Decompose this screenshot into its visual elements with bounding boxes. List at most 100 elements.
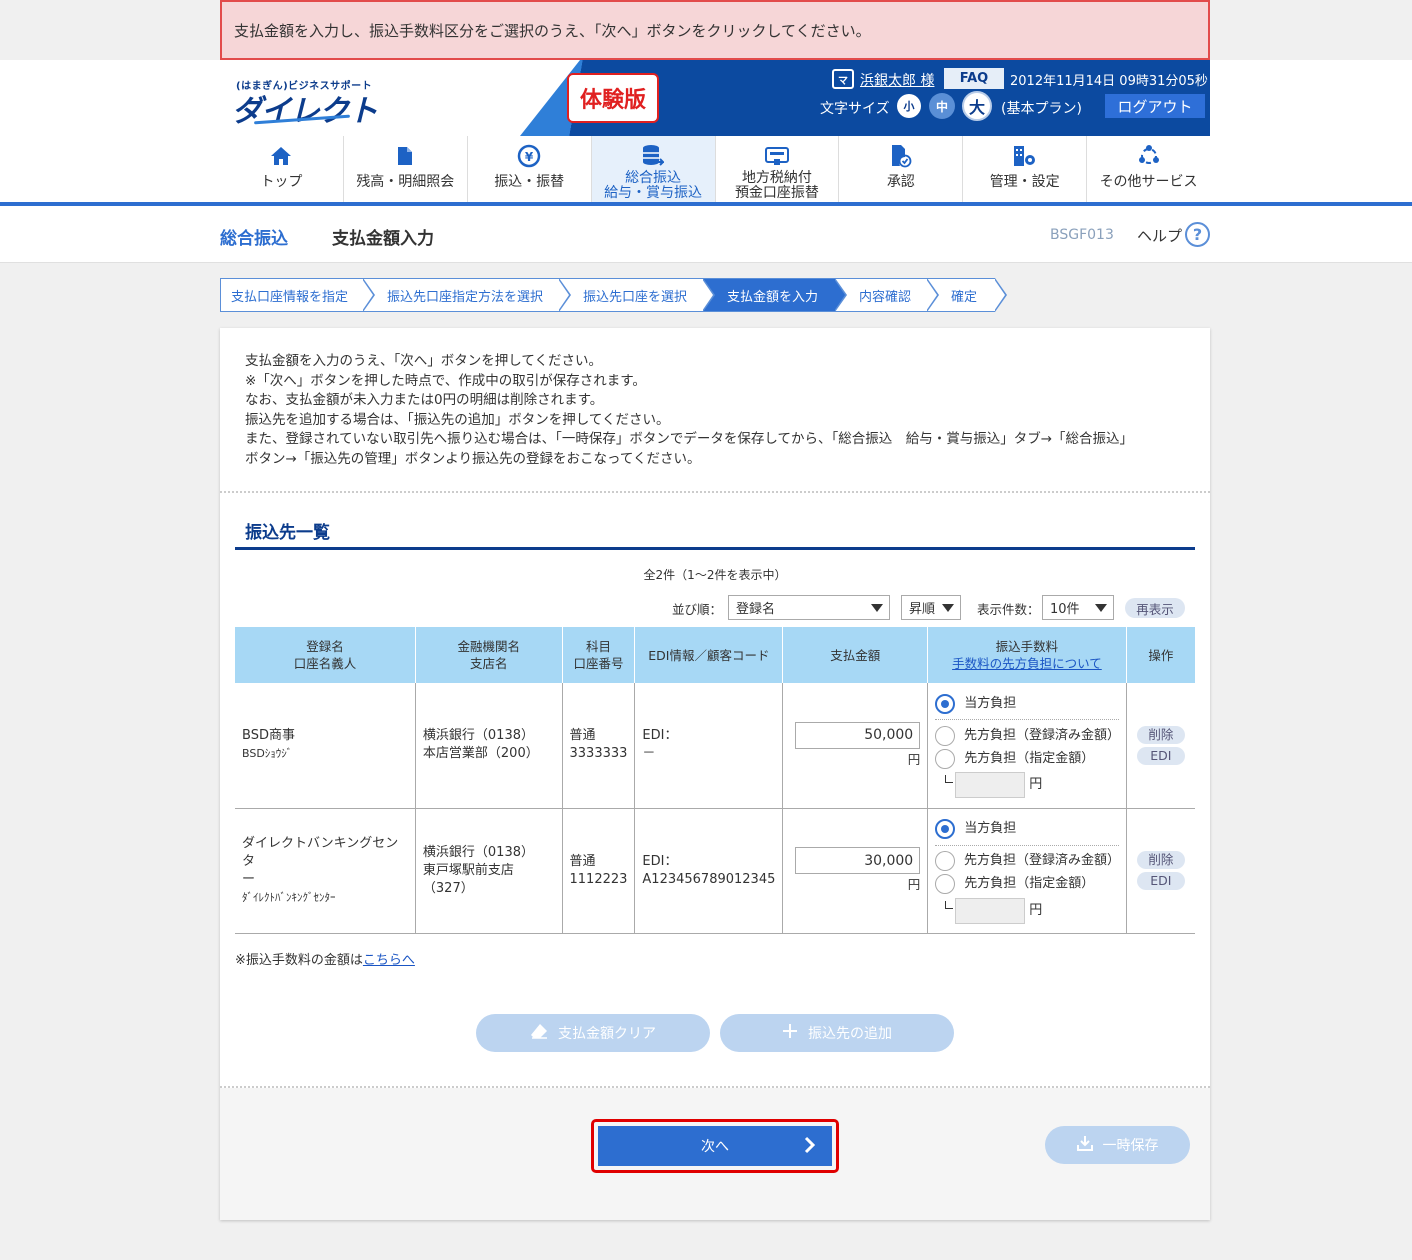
font-size-label: 文字サイズ [820,101,890,117]
instruction-line: ※「次へ」ボタンを押した時点で、作成中の取引が保存されます。 [245,372,646,389]
account-cell: 普通 3333333 [562,683,636,809]
download-icon [1076,1135,1093,1155]
divider [935,719,1119,721]
divider [220,491,1210,493]
plan-label: (基本プラン) [1001,101,1082,117]
help-icon[interactable]: ? [1185,222,1210,247]
title-bar: 総合振込 支払金額入力 BSGF013 ヘルプ ? [0,206,1412,263]
yen-unit: 円 [907,751,921,767]
divider [935,844,1119,846]
step-label: 内容確認 [859,289,912,305]
edi-cell: EDI： A123456789012345 [634,808,784,934]
radio-icon[interactable] [935,725,956,746]
col-name: 登録名 口座名義人 [235,627,416,683]
radio-checked-icon[interactable] [935,693,956,714]
instruction-banner: 支払金額を入力し、振込手数料区分をご選択のうえ、「次へ」ボタンをクリックしてくだ… [220,0,1210,60]
database-icon [641,144,665,168]
instruction-line: 支払金額を入力のうえ、「次へ」ボタンを押してください。 [245,353,602,369]
step-5: 内容確認 [835,278,939,312]
display-count-label: 表示件数： [977,602,1040,617]
faq-button[interactable]: FAQ [944,68,1004,89]
fee-option-payee-registered[interactable]: 先方負担（登録済み金額） [935,850,1120,873]
step-2: 振込先口座指定方法を選択 [363,278,571,312]
section-underline [235,547,1195,550]
nav-settings[interactable]: 管理・設定 [963,136,1088,202]
chevron-right-icon [804,1136,816,1156]
redisplay-button[interactable]: 再表示 [1125,598,1185,618]
delete-button[interactable]: 削除 [1136,725,1185,744]
nav-approval[interactable]: 承認 [839,136,964,202]
sort-order-value: 昇順 [909,602,936,617]
fee-option-payer[interactable]: 当方負担 [935,818,1118,841]
fee-info-link[interactable]: 手数料の先方負担について [952,656,1102,671]
nav-local-tax[interactable]: 地方税納付 預金口座振替 [716,136,840,202]
sort-field-value: 登録名 [736,602,776,617]
fee-option-payee-specified[interactable]: 先方負担（指定金額） [935,747,1118,770]
header: (はまぎん)ビジネスサポート ダイレクト 体験版 マ 浜銀太郎 様 FAQ 20… [220,60,1210,136]
payee-table: 登録名 口座名義人 金融機関名 支店名 科目 口座番号 EDI情報／顧客コード 支払金… [235,627,1195,934]
amount-cell: 30,000 円 [782,808,929,934]
instruction-line: 振込先を追加する場合は、「振込先の追加」ボタンを押してください。 [245,411,670,428]
radio-icon[interactable] [935,748,956,769]
table-row: ダイレクトバンキングセンターﾀﾞｲﾚｸﾄﾊﾞﾝｷﾝｸﾞｾﾝﾀｰ 横浜銀行（013… [235,808,1195,934]
header-area: (はまぎん)ビジネスサポート ダイレクト 体験版 マ 浜銀太郎 様 FAQ 20… [0,60,1412,206]
font-size-medium-button[interactable]: 中 [929,93,955,119]
fee-cell: 当方負担 先方負担（登録済み金額） 先方負担（指定金額） 円 [927,808,1127,934]
fee-option-payer[interactable]: 当方負担 [935,692,1118,715]
radio-icon[interactable] [935,851,956,871]
trial-badge: 体験版 [567,73,659,123]
screen-code: BSGF013 [1050,227,1114,243]
radio-checked-icon[interactable] [935,819,956,839]
specified-fee-input[interactable] [955,772,1026,799]
main-nav: トップ 残高・明細照会 ¥ 振込・振替 総合振込 給与・賞与振込 地方税納付 預… [220,136,1210,202]
col-bank: 金融機関名 支店名 [415,627,563,683]
font-size-large-button[interactable]: 大 [962,91,992,121]
delete-button[interactable]: 削除 [1136,851,1185,869]
fee-option-payee-registered[interactable]: 先方負担（登録済み金額） [935,724,1120,747]
bank-cell: 横浜銀行（0138） 東戸塚駅前支店 （327） [415,808,563,934]
user-name-link[interactable]: 浜銀太郎 様 [860,70,934,90]
bank-logo-icon: マ [832,69,854,89]
nav-top[interactable]: トップ [220,136,344,202]
table-header-row: 登録名 口座名義人 金融機関名 支店名 科目 口座番号 EDI情報／顧客コード 支払金… [235,627,1195,683]
settings-icon [1013,144,1037,168]
col-account: 科目 口座番号 [562,627,636,683]
chevron-down-icon [1095,604,1107,612]
step-4-current: 支払金額を入力 [703,278,847,312]
display-count-select[interactable]: 10件 [1042,595,1114,620]
radio-icon[interactable] [935,874,956,894]
col-fee: 振込手数料 手数料の先方負担について [927,627,1127,683]
fee-cell: 当方負担 先方負担（登録済み金額） 先方負担（指定金額） 円 [927,683,1127,809]
step-label: 支払口座情報を指定 [231,289,349,305]
nav-label: トップ [260,174,303,190]
nav-label: 振込・振替 [494,174,565,190]
temp-save-button[interactable]: 一時保存 [1045,1126,1190,1164]
nav-label: 管理・設定 [989,174,1060,190]
nav-other-services[interactable]: その他サービス [1087,136,1210,202]
help-link[interactable]: ヘルプ [1137,225,1182,246]
logout-button[interactable]: ログアウト [1105,94,1205,118]
yen-unit: 円 [907,877,921,892]
nav-transfer[interactable]: ¥ 振込・振替 [468,136,592,202]
fee-amount-link[interactable]: こちらへ [363,953,415,968]
chevron-down-icon [871,604,883,612]
clear-amount-button[interactable]: 支払金額クリア [476,1014,710,1052]
step-label: 支払金額を入力 [727,289,819,305]
instruction-line: ボタン→「振込先の管理」ボタンより振込先の登録をおこなってください。 [245,450,701,467]
add-payee-button[interactable]: 振込先の追加 [720,1014,954,1052]
amount-input[interactable]: 30,000 [795,847,921,874]
nav-label-line2: 預金口座振替 [734,185,819,201]
sort-field-select[interactable]: 登録名 [728,595,890,620]
nav-label-line1: 総合振込 [625,170,682,186]
nav-bulk-transfer[interactable]: 総合振込 給与・賞与振込 [591,136,716,202]
instructions: 支払金額を入力のうえ、「次へ」ボタンを押してください。 ※「次へ」ボタンを押した… [245,352,1190,469]
nav-balance[interactable]: 残高・明細照会 [344,136,468,202]
edi-button[interactable]: EDI [1136,746,1185,765]
font-size-small-button[interactable]: 小 [897,94,921,118]
next-button[interactable]: 次へ [598,1126,832,1166]
sort-order-select[interactable]: 昇順 [901,595,961,620]
amount-input[interactable]: 50,000 [795,721,921,749]
fee-option-payee-specified[interactable]: 先方負担（指定金額） [935,873,1118,896]
edi-button[interactable]: EDI [1136,872,1185,890]
specified-fee-input[interactable] [955,897,1026,924]
